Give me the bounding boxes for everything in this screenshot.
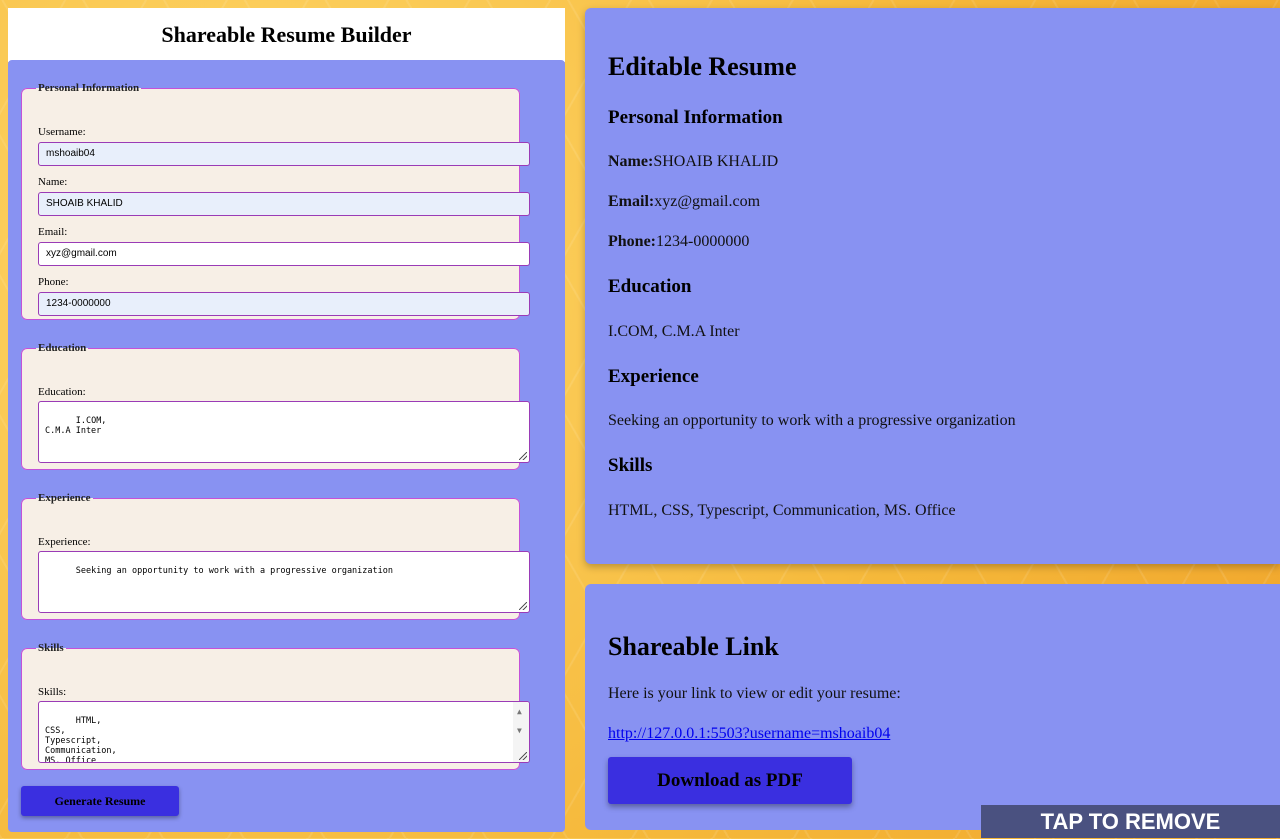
- personal-info-fieldset: Personal Information Username: mshoaib04…: [21, 82, 530, 320]
- resize-handle-icon[interactable]: [519, 752, 527, 760]
- editable-resume-panel: Editable Resume Personal Information Nam…: [585, 8, 1280, 564]
- education-heading: Education: [608, 276, 692, 297]
- shareable-link-panel: Shareable Link Here is your link to view…: [585, 584, 1280, 830]
- personal-info-heading: Personal Information: [608, 107, 783, 128]
- share-heading: Shareable Link: [608, 632, 779, 661]
- education-legend: Education: [38, 342, 87, 354]
- email-value: xyz@gmail.com: [654, 193, 761, 210]
- resume-phone[interactable]: Phone:1234-0000000: [608, 233, 749, 251]
- experience-fieldset: Experience Experience: Seeking an opport…: [21, 492, 530, 620]
- email-input[interactable]: xyz@gmail.com: [38, 242, 530, 266]
- skills-heading: Skills: [608, 455, 653, 476]
- generate-resume-button[interactable]: Generate Resume: [21, 786, 179, 816]
- experience-textarea[interactable]: Seeking an opportunity to work with a pr…: [38, 551, 530, 613]
- phone-input[interactable]: 1234-0000000: [38, 292, 530, 316]
- resume-name[interactable]: Name:SHOAIB KHALID: [608, 153, 778, 171]
- personal-info-legend: Personal Information: [38, 82, 140, 94]
- resume-email[interactable]: Email:xyz@gmail.com: [608, 193, 760, 211]
- skills-fieldset: Skills Skills: HTML, CSS, Typescript, Co…: [21, 642, 530, 770]
- email-label: Email:: [38, 226, 68, 238]
- skills-textarea[interactable]: HTML, CSS, Typescript, Communication, MS…: [38, 701, 530, 763]
- name-label: Name:: [38, 176, 68, 188]
- education-fieldset: Education Education: I.COM, C.M.A Inter: [21, 342, 530, 470]
- resume-skills[interactable]: HTML, CSS, Typescript, Communication, MS…: [608, 502, 956, 520]
- share-link[interactable]: http://127.0.0.1:5503?username=mshoaib04: [608, 725, 890, 743]
- builder-title-bar: Shareable Resume Builder: [8, 8, 565, 62]
- share-description: Here is your link to view or edit your r…: [608, 685, 901, 702]
- phone-key: Phone:: [608, 233, 656, 250]
- skills-label: Skills:: [38, 686, 67, 698]
- scroll-down-icon[interactable]: ▼: [517, 726, 522, 736]
- username-input[interactable]: mshoaib04: [38, 142, 530, 166]
- email-key: Email:: [608, 193, 655, 210]
- education-textarea-value: I.COM, C.M.A Inter: [45, 416, 107, 436]
- experience-textarea-value: Seeking an opportunity to work with a pr…: [75, 566, 393, 576]
- experience-label: Experience:: [38, 536, 91, 548]
- resume-form: Personal Information Username: mshoaib04…: [8, 60, 565, 832]
- phone-value: 1234-0000000: [656, 233, 750, 250]
- resume-heading: Editable Resume: [608, 52, 797, 81]
- username-label: Username:: [38, 126, 86, 138]
- skills-textarea-value: HTML, CSS, Typescript, Communication, MS…: [45, 716, 117, 763]
- resume-education[interactable]: I.COM, C.M.A Inter: [608, 323, 740, 341]
- resize-handle-icon[interactable]: [519, 452, 527, 460]
- resize-handle-icon[interactable]: [519, 602, 527, 610]
- education-textarea[interactable]: I.COM, C.M.A Inter: [38, 401, 530, 463]
- experience-heading: Experience: [608, 366, 699, 387]
- name-key: Name:: [608, 153, 654, 170]
- page-title: Shareable Resume Builder: [161, 22, 412, 47]
- experience-legend: Experience: [38, 492, 91, 504]
- phone-label: Phone:: [38, 276, 69, 288]
- download-pdf-button[interactable]: Download as PDF: [608, 757, 852, 804]
- tap-to-remove-banner[interactable]: TAP TO REMOVE: [981, 805, 1280, 838]
- education-label: Education:: [38, 386, 86, 398]
- resume-experience[interactable]: Seeking an opportunity to work with a pr…: [608, 412, 1016, 430]
- name-input[interactable]: SHOAIB KHALID: [38, 192, 530, 216]
- name-value: SHOAIB KHALID: [653, 153, 779, 170]
- skills-legend: Skills: [38, 642, 64, 654]
- scroll-up-icon[interactable]: ▲: [517, 707, 522, 717]
